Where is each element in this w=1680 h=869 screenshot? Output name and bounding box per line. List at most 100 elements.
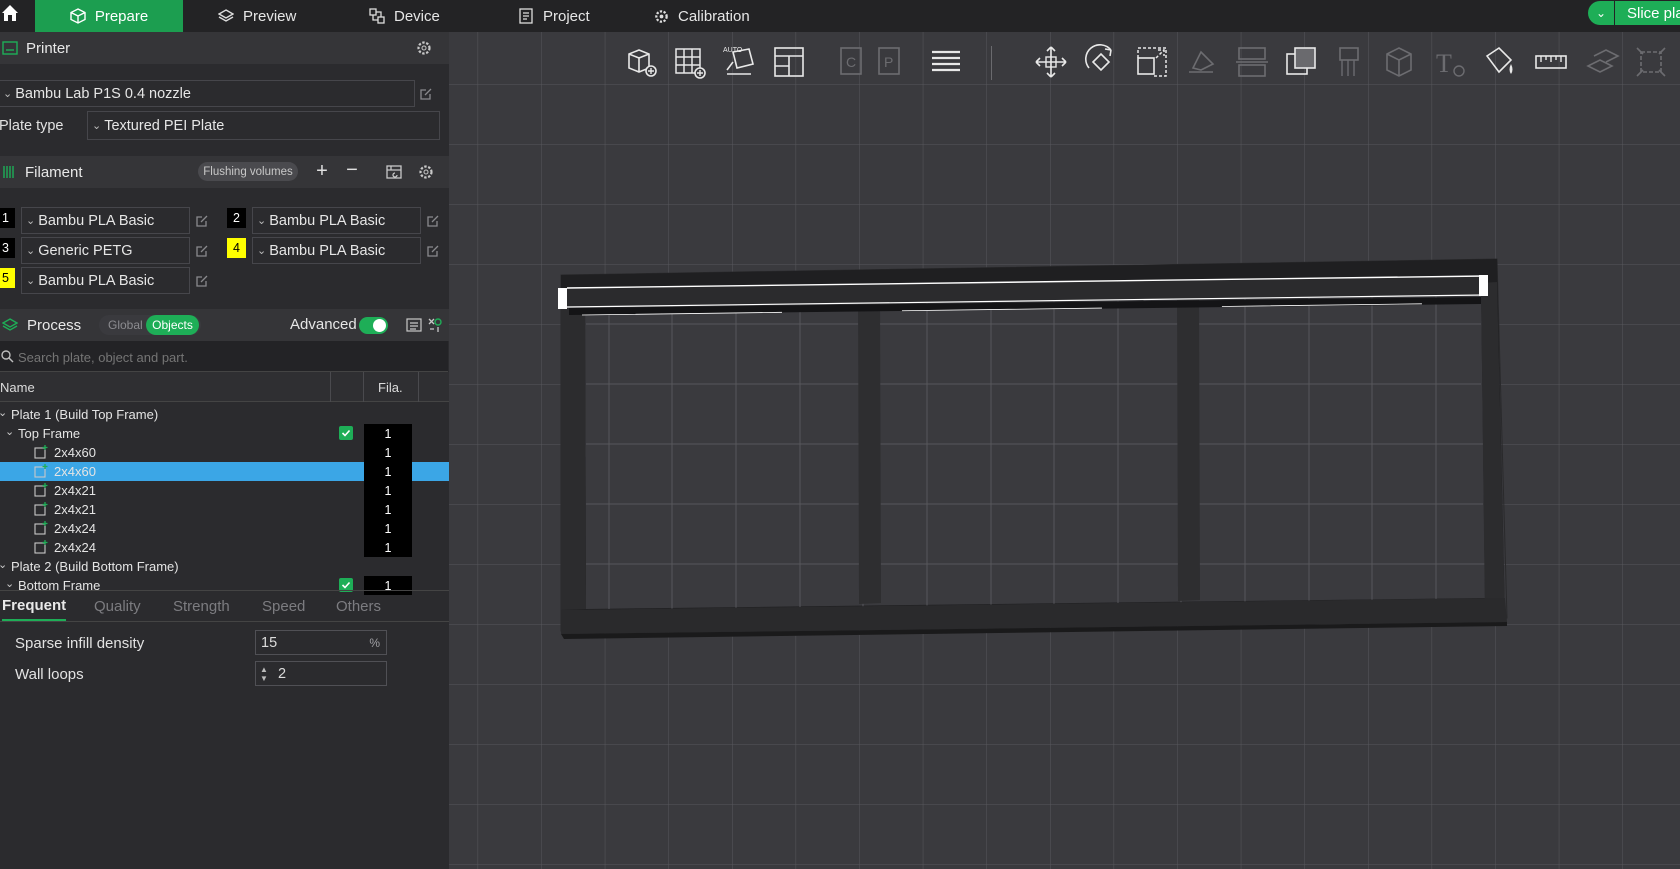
tab-prepare[interactable]: Prepare — [35, 0, 183, 32]
filament-slot-3-name: Generic PETG — [38, 242, 133, 259]
list-view-icon[interactable] — [406, 317, 422, 333]
search-input[interactable] — [18, 347, 438, 367]
objects-option[interactable]: Objects — [146, 315, 199, 335]
part-row[interactable]: 2x4x60 1 — [0, 443, 449, 462]
slice-plate-button[interactable]: Slice pla — [1615, 1, 1680, 25]
filament-cell[interactable]: 1 — [364, 443, 412, 462]
plate-type-label: Plate type — [0, 118, 64, 134]
tab-speed[interactable]: Speed — [262, 591, 305, 621]
filament-slot-1-color[interactable]: 1 — [0, 208, 15, 228]
filament-slot-4-edit-icon[interactable] — [425, 243, 441, 259]
slice-plate-label: Slice pla — [1627, 4, 1680, 22]
expand-chevron-icon[interactable]: ⌄ — [5, 425, 14, 438]
filament-settings-gear-icon[interactable] — [418, 164, 434, 180]
cube-icon — [70, 8, 86, 24]
chevron-down-icon[interactable]: ▼ — [260, 674, 268, 683]
filament-slot-3-color[interactable]: 3 — [0, 238, 15, 258]
tab-project[interactable]: Project — [518, 0, 590, 32]
plate-row[interactable]: ⌄ Plate 2 (Build Bottom Frame) — [0, 557, 449, 576]
ams-sync-icon[interactable] — [386, 164, 402, 180]
filament-slot-3-edit-icon[interactable] — [194, 243, 210, 259]
expand-chevron-icon[interactable]: ⌄ — [0, 406, 7, 419]
expand-chevron-icon[interactable]: ⌄ — [5, 577, 14, 590]
row-label: Plate 2 (Build Bottom Frame) — [11, 559, 179, 574]
filament-slot-5-select[interactable]: ⌄ Bambu PLA Basic — [21, 267, 190, 294]
filament-cell[interactable]: 1 — [364, 481, 412, 500]
toggle-knob — [373, 319, 386, 332]
visibility-checkbox[interactable] — [339, 426, 353, 440]
global-option[interactable]: Global — [108, 318, 143, 332]
filament-icon — [3, 166, 14, 178]
printer-edit-icon[interactable] — [418, 86, 434, 102]
frame-opening — [585, 283, 1485, 609]
home-button[interactable] — [0, 0, 20, 26]
part-icon — [34, 540, 48, 554]
filament-cell[interactable]: 1 — [364, 424, 412, 443]
filament-cell[interactable]: 1 — [364, 538, 412, 557]
printer-select-value: Bambu Lab P1S 0.4 nozzle — [15, 85, 191, 102]
filament-slot-5-edit-icon[interactable] — [194, 273, 210, 289]
filament-slot-2-color[interactable]: 2 — [227, 208, 246, 228]
filament-cell[interactable]: 1 — [364, 519, 412, 538]
tab-preview-label: Preview — [243, 7, 297, 25]
flushing-volumes-button[interactable]: Flushing volumes — [198, 162, 298, 181]
filament-slot-1-edit-icon[interactable] — [194, 213, 210, 229]
object-row[interactable]: ⌄ Top Frame 1 — [0, 424, 449, 443]
frame-model[interactable] — [449, 32, 1680, 869]
wall-loops-field[interactable]: ▲ ▼ 2 — [255, 661, 387, 686]
3d-viewport[interactable]: AUTO C P T — [449, 32, 1680, 869]
slice-options-dropdown[interactable]: ⌄ — [1588, 1, 1614, 25]
plate-type-select[interactable]: ⌄ Textured PEI Plate — [87, 111, 440, 140]
filament-cell[interactable]: 1 — [364, 500, 412, 519]
filament-slot-4-select[interactable]: ⌄ Bambu PLA Basic — [252, 237, 421, 264]
filament-slot-1-select[interactable]: ⌄ Bambu PLA Basic — [21, 207, 190, 234]
global-objects-toggle[interactable]: Global Objects — [99, 315, 201, 335]
wall-loops-label: Wall loops — [15, 666, 84, 683]
printer-settings-gear-icon[interactable] — [416, 40, 432, 56]
plate-type-value: Textured PEI Plate — [104, 117, 225, 134]
part-row[interactable]: 2x4x21 1 — [0, 500, 449, 519]
sparse-infill-label: Sparse infill density — [15, 635, 145, 652]
tab-frequent[interactable]: Frequent — [2, 591, 67, 621]
filament-slot-2-name: Bambu PLA Basic — [269, 212, 386, 229]
filament-slot-5-name: Bambu PLA Basic — [38, 272, 155, 289]
printer-select[interactable]: ⌄ Bambu Lab P1S 0.4 nozzle — [0, 80, 415, 107]
tab-others[interactable]: Others — [336, 591, 381, 621]
tab-calibration[interactable]: Calibration — [654, 0, 750, 32]
plate-row[interactable]: ⌄ Plate 1 (Build Top Frame) — [0, 405, 449, 424]
gear-icon — [655, 9, 668, 23]
part-icon — [34, 464, 48, 478]
chevron-up-icon[interactable]: ▲ — [260, 665, 268, 674]
filament-cell[interactable]: 1 — [364, 462, 412, 481]
add-filament-button[interactable]: + — [314, 161, 330, 181]
wall-loops-stepper[interactable]: ▲ ▼ — [258, 662, 270, 685]
advanced-toggle[interactable] — [359, 317, 388, 334]
tab-strength[interactable]: Strength — [173, 591, 230, 621]
advanced-label: Advanced — [290, 316, 357, 333]
tab-device[interactable]: Device — [369, 0, 440, 32]
column-fila-header[interactable]: Fila. — [378, 380, 403, 395]
left-sidebar: Printer ⌄ Bambu Lab P1S 0.4 nozzle Plate… — [0, 32, 449, 869]
filament-slot-4-color[interactable]: 4 — [227, 238, 246, 258]
part-row[interactable]: 2x4x60 1 — [0, 462, 449, 481]
tab-preview[interactable]: Preview — [218, 0, 296, 32]
device-icon — [369, 8, 385, 24]
column-name-header[interactable]: Name — [0, 380, 35, 395]
top-navigation-bar: Prepare Preview Device Project Calibrati… — [0, 0, 1680, 32]
sparse-infill-field[interactable]: 15 % — [255, 630, 387, 655]
expand-chevron-icon[interactable]: ⌄ — [0, 558, 7, 571]
part-row[interactable]: 2x4x24 1 — [0, 538, 449, 557]
printer-section-header: Printer — [0, 32, 449, 64]
remove-filament-button[interactable]: − — [344, 160, 360, 180]
tab-quality[interactable]: Quality — [94, 591, 141, 621]
part-row[interactable]: 2x4x24 1 — [0, 519, 449, 538]
filament-slot-5-color[interactable]: 5 — [0, 268, 15, 288]
compare-settings-icon[interactable] — [427, 317, 443, 333]
search-icon — [1, 350, 14, 363]
parameter-tabs: Frequent Quality Strength Speed Others — [0, 590, 449, 622]
filament-slot-2-select[interactable]: ⌄ Bambu PLA Basic — [252, 207, 421, 234]
filament-slot-3-select[interactable]: ⌄ Generic PETG — [21, 237, 190, 264]
part-row[interactable]: 2x4x21 1 — [0, 481, 449, 500]
row-label: 2x4x21 — [54, 502, 96, 517]
filament-slot-2-edit-icon[interactable] — [425, 213, 441, 229]
